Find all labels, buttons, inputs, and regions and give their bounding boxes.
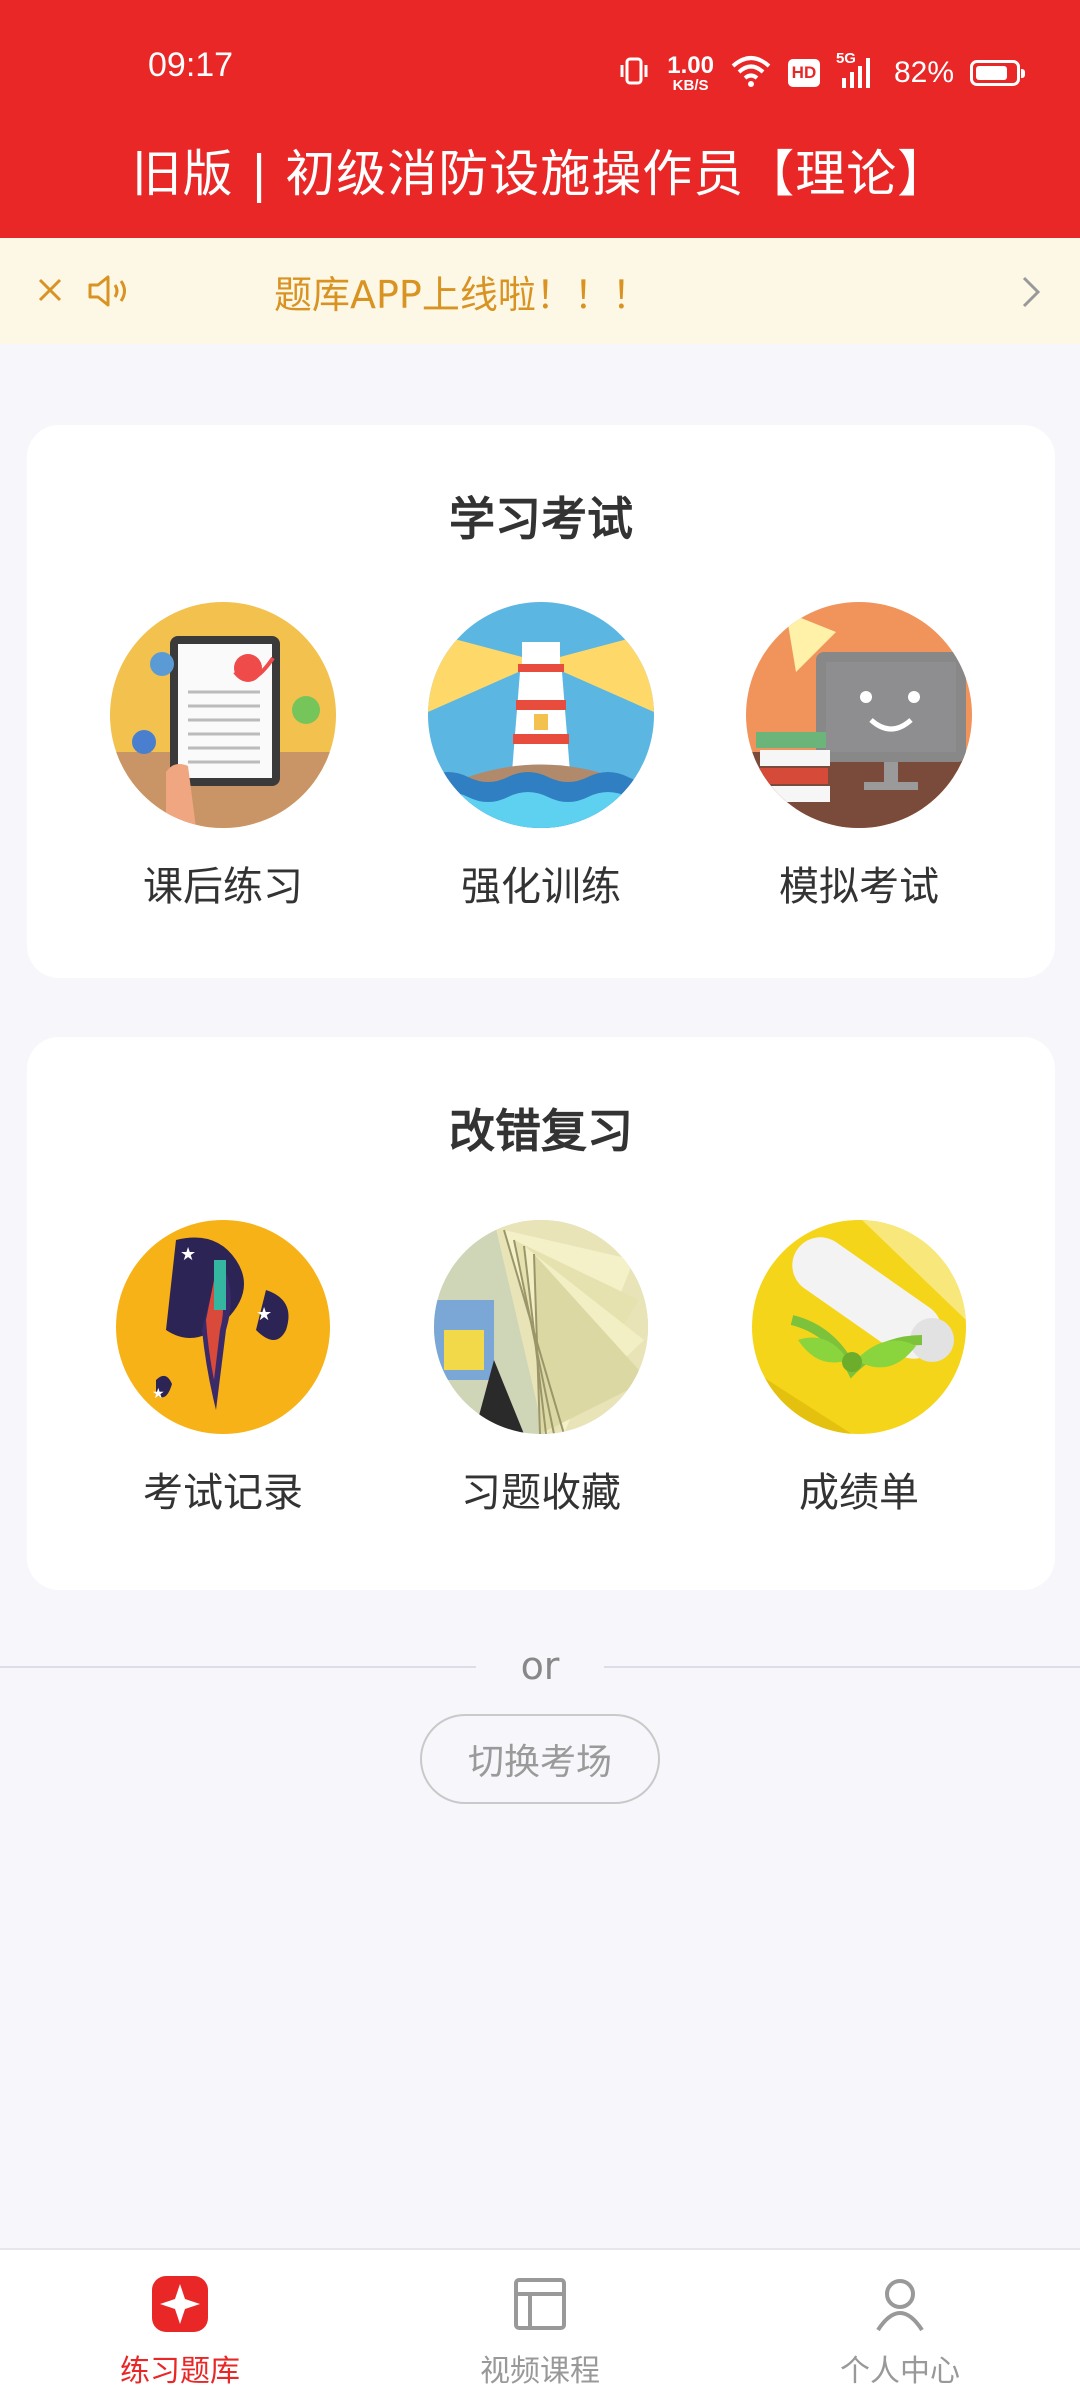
nav-video-course-label: 视频课程 (480, 2354, 600, 2389)
nav-personal-center[interactable]: 个人中心 (720, 2272, 1080, 2390)
battery-icon (970, 60, 1025, 86)
hd-badge: HD (787, 59, 820, 87)
network-speed-value: 1.00 (667, 51, 714, 79)
speaker-icon (86, 272, 132, 314)
user-icon (868, 2272, 932, 2336)
question-favorites-label: 习题收藏 (461, 1470, 621, 1516)
book-pages-icon (434, 1220, 648, 1434)
after-class-practice-label: 课后练习 (143, 864, 303, 910)
computer-exam-icon (746, 602, 972, 828)
review-section-card: 改错复习 ★ ★ ★ 考试记录 习题收藏 成绩单 (27, 1037, 1055, 1590)
divider-line-right (604, 1666, 1080, 1668)
switch-exam-room-button[interactable]: 切换考场 (420, 1714, 660, 1804)
mock-exam-button[interactable]: 模拟考试 (729, 602, 989, 912)
wifi-icon (730, 54, 772, 92)
bottom-nav: 练习题库 视频课程 个人中心 (0, 2248, 1080, 2402)
notice-text[interactable]: 题库APP上线啦！！！ (274, 264, 650, 319)
tablet-quiz-icon (110, 602, 336, 828)
vibrate-icon (617, 54, 651, 92)
battery-percent: 82% (893, 56, 954, 89)
svg-text:★: ★ (256, 1304, 272, 1325)
chevron-right-icon[interactable] (1020, 272, 1044, 316)
lighthouse-icon (428, 602, 654, 828)
diploma-scroll-icon (752, 1220, 966, 1434)
question-favorites-button[interactable]: 习题收藏 (411, 1220, 671, 1518)
nav-question-bank[interactable]: 练习题库 (0, 2272, 360, 2390)
close-icon[interactable] (36, 271, 64, 311)
report-card-button[interactable]: 成绩单 (729, 1220, 989, 1518)
exam-records-label: 考试记录 (143, 1470, 303, 1516)
after-class-practice-button[interactable]: 课后练习 (93, 602, 353, 912)
video-course-icon (508, 2272, 572, 2336)
nav-personal-center-label: 个人中心 (840, 2354, 960, 2389)
report-card-label: 成绩单 (799, 1470, 919, 1516)
rocket-record-icon: ★ ★ ★ (116, 1220, 330, 1434)
network-speed-unit: KB/S (672, 76, 709, 94)
nav-question-bank-label: 练习题库 (120, 2354, 240, 2389)
mock-exam-label: 模拟考试 (779, 864, 939, 910)
study-grid: 课后练习 强化训练 模拟考试 (27, 425, 1055, 978)
app-header: 09:17 1.00 KB/S HD 5G 82% 旧版 | 初级消防设施操作员… (0, 0, 1080, 238)
nav-video-course[interactable]: 视频课程 (360, 2272, 720, 2390)
svg-text:★: ★ (152, 1386, 165, 1402)
intensive-training-button[interactable]: 强化训练 (411, 602, 671, 912)
status-icons: 1.00 KB/S HD 5G 82% (617, 48, 1025, 98)
page-title: 旧版 | 初级消防设施操作员【理论】 (131, 145, 949, 203)
or-divider: or (0, 1644, 1080, 1688)
status-bar: 09:17 1.00 KB/S HD 5G 82% (0, 0, 1080, 140)
question-bank-icon (148, 2272, 212, 2336)
battery-fill (976, 66, 1007, 80)
review-grid: ★ ★ ★ 考试记录 习题收藏 成绩单 (27, 1037, 1055, 1590)
svg-text:★: ★ (180, 1244, 196, 1265)
status-time: 09:17 (148, 46, 234, 84)
signal-icon: 5G (836, 50, 878, 90)
network-speed: 1.00 KB/S (667, 51, 714, 94)
study-section-card: 学习考试 课后练习 强化训练 模拟考试 (27, 425, 1055, 978)
exam-records-button[interactable]: ★ ★ ★ 考试记录 (93, 1220, 353, 1518)
notice-bar[interactable]: 题库APP上线啦！！！ (0, 238, 1080, 344)
intensive-training-label: 强化训练 (461, 864, 621, 910)
